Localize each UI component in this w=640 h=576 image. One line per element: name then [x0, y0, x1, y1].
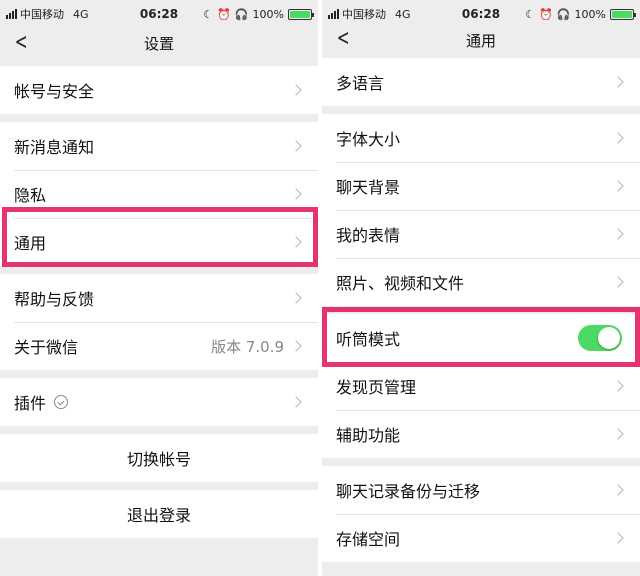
settings-group-about: 帮助与反馈 关于微信 版本 7.0.9 [0, 274, 318, 370]
chevron-right-icon [612, 180, 624, 192]
chevron-right-icon [290, 140, 302, 152]
row-chat-background[interactable]: 聊天背景 [322, 162, 640, 210]
chevron-right-icon [612, 76, 624, 88]
settings-group-general: 新消息通知 隐私 通用 [0, 122, 318, 266]
version-label: 版本 7.0.9 [211, 337, 284, 356]
headphones-icon: 🎧 [234, 7, 249, 21]
general-group-language: 多语言 [322, 58, 640, 106]
chevron-right-icon [612, 380, 624, 392]
row-accessibility[interactable]: 辅助功能 [322, 410, 640, 458]
moon-icon: ☾ [525, 7, 536, 21]
battery-label: 100% [574, 7, 606, 21]
row-label: 字体大小 [336, 130, 401, 149]
signal-icon [328, 9, 339, 19]
row-label: 聊天背景 [336, 178, 401, 197]
row-label: 通用 [14, 234, 47, 253]
row-label: 照片、视频和文件 [336, 274, 465, 293]
carrier-label: 中国移动 [342, 8, 386, 21]
settings-group-plugins: 插件 [0, 378, 318, 426]
row-label: 隐私 [14, 186, 47, 205]
chevron-right-icon [290, 292, 302, 304]
row-label: 新消息通知 [14, 138, 95, 157]
status-time: 06:28 [461, 7, 501, 21]
row-label: 存储空间 [336, 530, 401, 549]
settings-screen: 中国移动 4G 06:28 ☾ ⏰ 🎧 100% < 设置 帐号与安全 新消息通… [0, 0, 318, 576]
row-language[interactable]: 多语言 [322, 58, 640, 106]
general-group-display: 字体大小 聊天背景 我的表情 照片、视频和文件 [322, 114, 640, 306]
row-help-feedback[interactable]: 帮助与反馈 [0, 274, 318, 322]
nav-bar: < 设置 [0, 28, 318, 58]
general-group-features: 听筒模式 发现页管理 辅助功能 [322, 314, 640, 458]
row-label: 听筒模式 [336, 330, 401, 349]
row-label: 多语言 [336, 74, 385, 93]
logout-label: 退出登录 [126, 506, 191, 525]
row-plugins[interactable]: 插件 [0, 378, 318, 426]
row-label: 帮助与反馈 [14, 290, 95, 309]
chevron-right-icon [612, 532, 624, 544]
signal-icon [6, 9, 17, 19]
row-about-wechat[interactable]: 关于微信 版本 7.0.9 [0, 322, 318, 370]
chevron-right-icon [612, 428, 624, 440]
row-label: 聊天记录备份与迁移 [336, 482, 481, 501]
row-label: 插件 [14, 394, 47, 413]
page-title: 设置 [143, 34, 174, 53]
row-earpiece-mode: 听筒模式 [322, 314, 640, 362]
row-label: 关于微信 [14, 338, 79, 357]
row-label: 发现页管理 [336, 378, 417, 397]
switch-account-button[interactable]: 切换帐号 [0, 434, 318, 482]
switch-account-label: 切换帐号 [126, 450, 191, 469]
page-title: 通用 [465, 31, 496, 50]
row-storage[interactable]: 存储空间 [322, 514, 640, 562]
alarm-icon: ⏰ [217, 7, 231, 21]
status-bar: 中国移动 4G 06:28 ☾ ⏰ 🎧 100% [322, 0, 640, 28]
alarm-icon: ⏰ [539, 7, 553, 21]
back-chevron-icon[interactable]: < [15, 32, 28, 54]
row-label: 我的表情 [336, 226, 401, 245]
network-label: 4G [73, 7, 89, 21]
chevron-right-icon [612, 276, 624, 288]
battery-label: 100% [252, 7, 284, 21]
battery-icon [288, 8, 314, 20]
chevron-right-icon [290, 84, 302, 96]
row-privacy[interactable]: 隐私 [0, 170, 318, 218]
row-font-size[interactable]: 字体大小 [322, 114, 640, 162]
carrier-label: 中国移动 [20, 8, 64, 21]
row-general[interactable]: 通用 [0, 218, 318, 266]
chevron-right-icon [290, 396, 302, 408]
row-label: 帐号与安全 [14, 82, 95, 101]
chevron-right-icon [612, 484, 624, 496]
row-label: 辅助功能 [336, 426, 401, 445]
general-group-storage: 聊天记录备份与迁移 存储空间 [322, 466, 640, 562]
chevron-right-icon [290, 236, 302, 248]
chevron-right-icon [612, 132, 624, 144]
chevron-right-icon [290, 340, 302, 352]
row-my-stickers[interactable]: 我的表情 [322, 210, 640, 258]
chevron-right-icon [290, 188, 302, 200]
status-time: 06:28 [139, 7, 179, 21]
settings-group-account: 帐号与安全 [0, 66, 318, 114]
general-screen: 中国移动 4G 06:28 ☾ ⏰ 🎧 100% < 通用 多语言 字体大小 聊… [322, 0, 640, 576]
status-bar: 中国移动 4G 06:28 ☾ ⏰ 🎧 100% [0, 0, 318, 28]
row-photos-videos-files[interactable]: 照片、视频和文件 [322, 258, 640, 306]
row-chat-backup[interactable]: 聊天记录备份与迁移 [322, 466, 640, 514]
battery-icon [610, 8, 636, 20]
chevron-right-icon [612, 228, 624, 240]
network-label: 4G [395, 7, 411, 21]
row-account-security[interactable]: 帐号与安全 [0, 66, 318, 114]
moon-icon: ☾ [203, 7, 214, 21]
headphones-icon: 🎧 [556, 7, 571, 21]
row-discover-management[interactable]: 发现页管理 [322, 362, 640, 410]
logout-button[interactable]: 退出登录 [0, 490, 318, 538]
row-notifications[interactable]: 新消息通知 [0, 122, 318, 170]
earpiece-mode-toggle[interactable] [578, 325, 622, 351]
nav-bar: < 通用 [322, 28, 640, 52]
plugin-icon [54, 395, 69, 409]
back-chevron-icon[interactable]: < [337, 28, 350, 50]
